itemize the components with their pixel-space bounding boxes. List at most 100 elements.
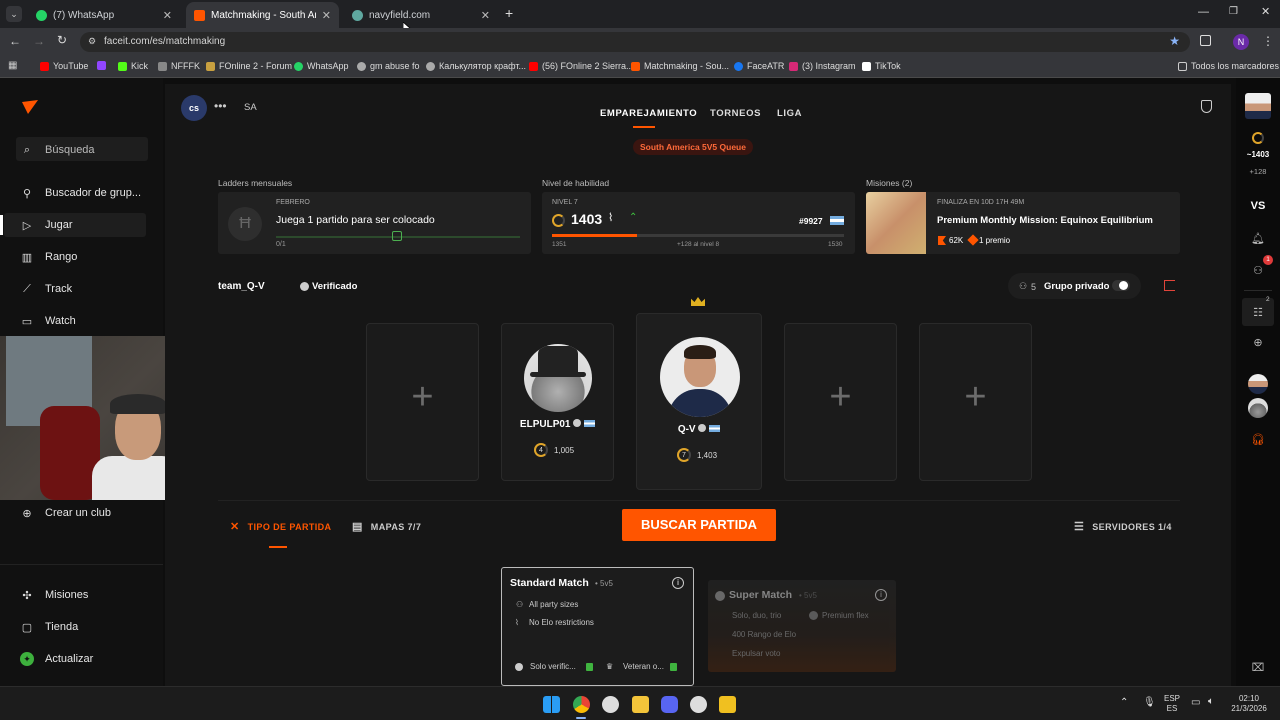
player-card-leader[interactable]: Q-V 7 1,403 [636,313,762,490]
tab-tournaments[interactable]: TORNEOS [710,108,761,119]
queue-badge[interactable]: South America 5V5 Queue [633,139,753,155]
sidebar-item-upgrade[interactable]: ✦ Actualizar [20,652,93,666]
bookmark-nfffk[interactable]: NFFFK [158,61,200,71]
verified-tag-icon [515,663,523,671]
profile-avatar[interactable]: N [1233,34,1249,50]
empty-slot[interactable]: + [366,323,479,481]
sidebar-item-ranking[interactable]: ▥ Rango [20,250,78,264]
bookmark-calculator[interactable]: Калькулятор крафт... [426,61,526,71]
tab-search-icon[interactable]: ⌄ [6,6,22,22]
tab-servers[interactable]: ☰ SERVIDORES 1/4 [1074,520,1172,533]
clubs-icon[interactable]: ☷ [1250,304,1266,320]
user-avatar[interactable] [1245,93,1271,119]
sidebar-item-watch[interactable]: ▭ Watch [20,314,76,328]
new-tab-button[interactable]: + [505,5,513,21]
bookmark-gm-abuse[interactable]: gm abuse fo [357,61,420,71]
friend-avatar[interactable] [1248,374,1268,394]
empty-slot[interactable]: + [919,323,1032,481]
sidebar-item-missions[interactable]: ✣ Misiones [20,588,88,602]
friend-avatar[interactable] [1248,398,1268,418]
tab-matchmaking[interactable]: Matchmaking - South America ✕ [186,2,339,28]
add-circle-icon[interactable]: ⊕ [1250,334,1266,350]
reload-icon[interactable]: ↻ [57,33,67,47]
site-info-icon[interactable]: ⚙ [88,36,96,47]
star-icon[interactable]: ★ [1169,34,1180,48]
empty-slot[interactable]: + [784,323,897,481]
bookmark-youtube[interactable]: YouTube [40,61,88,71]
bookmark-instagram[interactable]: (3) Instagram [789,61,856,71]
missions-card[interactable]: FINALIZA EN 10D 17H 49M Premium Monthly … [866,192,1180,254]
vs-button[interactable]: VS [1236,200,1280,212]
tray-chevron-icon[interactable]: ⌃ [1120,697,1128,708]
super-match-card[interactable]: Super Match • 5v5 i Solo, duo, trio Prem… [708,580,896,672]
forward-icon[interactable]: → [33,34,45,48]
sidebar-item-track[interactable]: ⟋ Track [20,282,72,296]
player-name[interactable]: Q-V [637,424,761,435]
tab-label: SERVIDORES 1/4 [1092,521,1172,532]
mic-icon[interactable]: 🎙︎ [1143,697,1156,708]
faceit-logo-icon[interactable] [22,100,38,114]
volume-icon[interactable]: 🔈︎ [1208,696,1214,707]
discord-icon[interactable] [661,696,678,713]
find-match-button[interactable]: BUSCAR PARTIDA [622,509,776,541]
apps-grid-icon[interactable]: ▦ [8,60,17,71]
tab-whatsapp[interactable]: (7) WhatsApp ✕ [28,2,180,28]
sidebar-item-store[interactable]: ▢ Tienda [20,620,78,634]
file-explorer-icon[interactable] [632,696,649,713]
region-label[interactable]: SA [244,102,257,113]
info-icon[interactable]: i [672,577,684,589]
standard-match-card[interactable]: Standard Match • 5v5 i ⚇ All party sizes… [501,567,694,686]
tab-match-type[interactable]: ✕ TIPO DE PARTIDA [230,520,331,533]
friends-icon[interactable]: ⚇ [1250,262,1266,278]
shield-icon[interactable] [1201,100,1212,113]
steam-icon[interactable] [690,696,707,713]
game-badge[interactable]: cs [181,95,207,121]
close-icon[interactable]: ✕ [163,9,172,22]
search-field[interactable]: ⌕ Búsqueda [20,143,95,157]
bookmark-fonline-forum[interactable]: FOnline 2 - Forum [206,61,292,71]
menu-icon[interactable]: ⋮ [1262,34,1274,48]
bell-icon[interactable]: 🔔︎ [1250,230,1266,246]
headset-icon[interactable]: 🎧︎ [1250,431,1266,447]
bookmark-faceatr[interactable]: FaceATR [734,61,784,71]
all-bookmarks[interactable]: Todos los marcadores [1178,61,1279,71]
windows-start-icon[interactable] [543,696,560,713]
back-icon[interactable]: ← [9,34,21,48]
bookmark-spacer[interactable] [97,61,110,70]
toggle-switch[interactable] [1112,280,1130,291]
bookmark-whatsapp[interactable]: WhatsApp [294,61,349,71]
player-name[interactable]: ELPULP01 [502,419,613,430]
leave-party-icon[interactable] [1164,280,1175,291]
bookmark-tiktok[interactable]: TikTok [862,61,901,71]
more-icon[interactable]: ••• [214,99,227,113]
instagram-icon [789,61,798,71]
app-yellow-icon[interactable] [719,696,736,713]
maximize-button[interactable]: ❐ [1229,6,1238,17]
clock[interactable]: 02:10 21/3/2026 [1224,694,1274,714]
tab-navyfield[interactable]: navyfield.com ✕ [344,2,498,28]
ladders-card[interactable]: Ħ FEBRERO Juega 1 partido para ser coloc… [218,192,531,254]
sidebar-item-group-finder[interactable]: ⚲ Buscador de grup... [20,186,141,200]
app-feather-icon[interactable] [602,696,619,713]
tab-league[interactable]: LIGA [777,108,802,119]
create-club-button[interactable]: ⊕ Crear un club [20,506,111,520]
info-icon[interactable]: i [875,589,887,601]
minimize-button[interactable]: — [1198,6,1209,18]
lang-indicator[interactable]: ESP ES [1164,694,1180,714]
tab-matchmaking-nav[interactable]: EMPAREJAMIENTO [600,108,697,119]
close-window-button[interactable]: ✕ [1261,5,1270,18]
close-icon[interactable]: ✕ [481,9,490,22]
network-icon[interactable]: ▭ [1191,697,1200,708]
chrome-icon[interactable] [573,696,590,713]
bookmark-matchmaking[interactable]: Matchmaking - Sou... [631,61,729,71]
chat-icon[interactable]: ⌧ [1250,659,1266,675]
skill-card[interactable]: NIVEL 7 1403 ⌇ ⌃ #9927 1351 +128 al nive… [542,192,855,254]
tab-maps[interactable]: ▤ MAPAS 7/7 [352,520,421,533]
bookmark-kick[interactable]: Kick [118,61,148,71]
bookmark-fonline-sierra[interactable]: (56) FOnline 2 Sierra... [529,61,634,71]
sidebar-item-play[interactable]: ▷ Jugar [20,218,73,232]
close-icon[interactable]: ✕ [322,9,331,22]
player-card[interactable]: ELPULP01 4 1,005 [501,323,614,481]
extensions-icon[interactable] [1200,35,1211,46]
url-input[interactable]: ⚙ faceit.com/es/matchmaking ★ [80,32,1190,52]
